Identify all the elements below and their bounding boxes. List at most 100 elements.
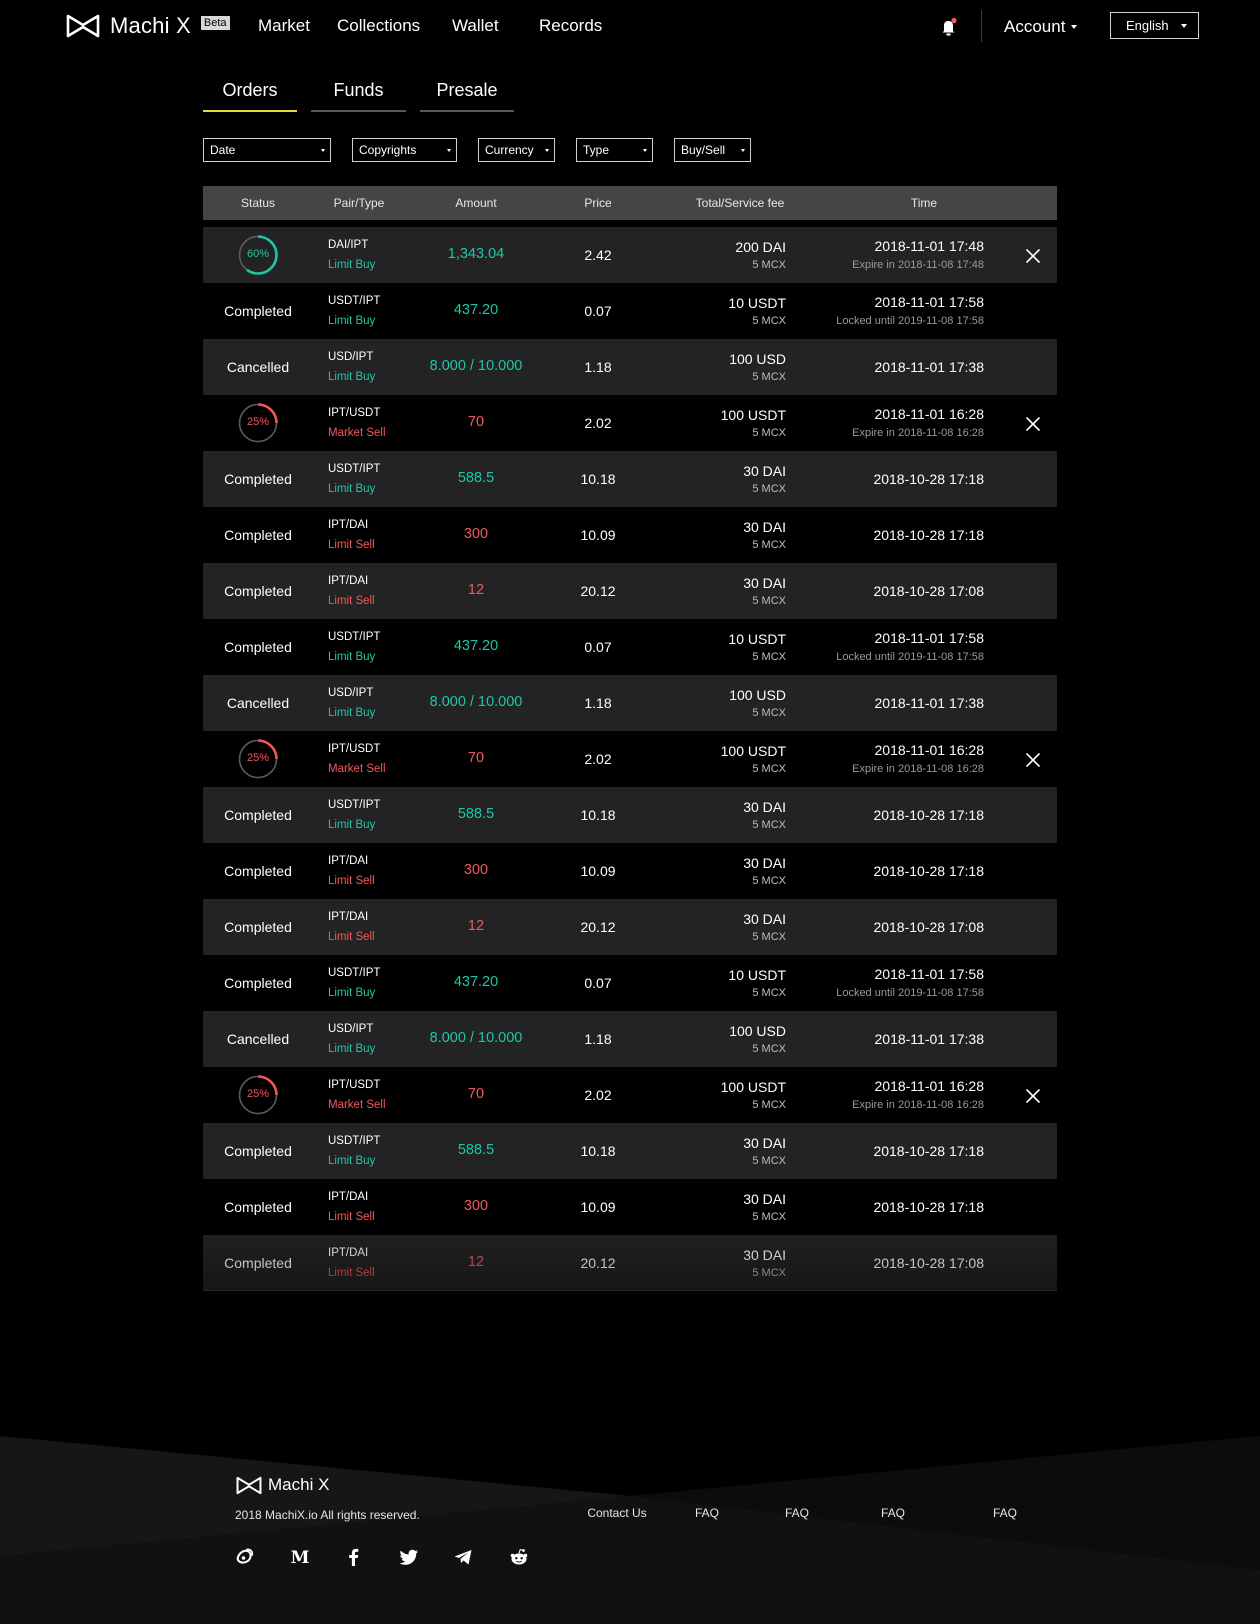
pair-label: IPT/USDT [328,407,381,419]
table-row[interactable]: Completed IPT/DAI Limit Sell 12 20.12 30 DAI 5… [203,1235,1057,1291]
table-row[interactable]: 25% IPT/USDT Market Sell 70 2.02 100 USDT 5 MC… [203,731,1057,787]
order-type: Limit Sell [328,1211,375,1223]
telegram-icon[interactable] [453,1547,473,1567]
column-pair-type[interactable]: Pair/Type [334,196,385,210]
table-row[interactable]: Cancelled USD/IPT Limit Buy 8.000 / 10.000 1… [203,339,1057,395]
order-type: Limit Sell [328,931,375,943]
table-row[interactable]: Completed USDT/IPT Limit Buy 588.5 10.18 30 D… [203,451,1057,507]
order-type: Limit Buy [328,707,376,719]
notification-bell-icon[interactable] [940,17,958,37]
tab-underline [203,110,297,112]
progress-ring: 25% [238,1075,278,1115]
amount-value: 300 [463,1198,489,1214]
order-type: Limit Buy [328,259,376,271]
footer-link-faq[interactable]: FAQ [695,1506,719,1520]
cancel-order-close-icon[interactable] [1025,416,1041,432]
cancel-order-close-icon[interactable] [1025,1088,1041,1104]
tab-funds[interactable]: Funds [311,80,406,112]
chevron-down-icon [643,149,647,152]
price-value: 2.02 [584,1087,612,1103]
table-row[interactable]: Completed USDT/IPT Limit Buy 437.20 0.07 10 U… [203,955,1057,1011]
table-row[interactable]: Completed USDT/IPT Limit Buy 437.20 0.07 10 U… [203,619,1057,675]
pair-label: IPT/DAI [328,575,369,587]
order-type: Limit Buy [328,819,376,831]
table-row[interactable]: 25% IPT/USDT Market Sell 70 2.02 100 USDT 5 MC… [203,1067,1057,1123]
order-type: Limit Buy [328,1155,376,1167]
service-fee: 5 MCX [752,875,786,887]
amount-value: 437.20 [453,974,499,990]
column-status[interactable]: Status [241,196,275,210]
medium-icon[interactable]: M [290,1547,310,1567]
order-time: 2018-11-01 17:58 [874,294,985,310]
order-time: 2018-10-28 17:08 [873,583,984,599]
pair-label: DAI/IPT [328,239,369,251]
service-fee: 5 MCX [752,819,786,831]
table-row[interactable]: Completed USDT/IPT Limit Buy 437.20 0.07 10 U… [203,283,1057,339]
amount-value: 70 [467,1086,485,1102]
language-select[interactable]: English [1110,12,1199,39]
reddit-icon[interactable] [509,1547,529,1567]
footer-link-contact[interactable]: Contact Us [587,1506,646,1520]
nav-market[interactable]: Market [258,16,310,36]
service-fee: 5 MCX [752,483,786,495]
footer-link-faq[interactable]: FAQ [785,1506,809,1520]
order-time: 2018-11-01 17:38 [874,359,985,375]
amount-value: 300 [463,526,489,542]
account-menu[interactable]: Account [1004,17,1078,37]
nav-wallet[interactable]: Wallet [452,16,499,36]
amount-value: 12 [467,1254,485,1270]
status-label: Completed [224,639,292,655]
table-row[interactable]: 60% DAI/IPT Limit Buy 1,343.04 2.42 200 DAI 5 … [203,227,1057,283]
column-total-fee[interactable]: Total/Service fee [696,196,785,210]
filter-copyrights[interactable]: Copyrights [352,138,457,162]
status-label: Completed [224,919,292,935]
filter-type[interactable]: Type [576,138,653,162]
filter-buy-sell[interactable]: Buy/Sell [674,138,751,162]
nav-collections[interactable]: Collections [337,16,420,36]
twitter-icon[interactable] [399,1547,419,1567]
price-value: 20.12 [580,1255,616,1271]
table-row[interactable]: Completed IPT/DAI Limit Sell 300 10.09 30 DAI… [203,843,1057,899]
total-value: 30 DAI [743,911,786,927]
column-price[interactable]: Price [584,196,611,210]
facebook-icon[interactable] [344,1547,364,1567]
footer-link-faq[interactable]: FAQ [881,1506,905,1520]
table-row[interactable]: Completed USDT/IPT Limit Buy 588.5 10.18 30 D… [203,787,1057,843]
table-row[interactable]: Completed USDT/IPT Limit Buy 588.5 10.18 30 D… [203,1123,1057,1179]
cancel-order-close-icon[interactable] [1025,248,1041,264]
progress-ring: 25% [238,739,278,779]
table-row[interactable]: Cancelled USD/IPT Limit Buy 8.000 / 10.000 1… [203,1011,1057,1067]
nav-records[interactable]: Records [539,16,602,36]
progress-percent: 25% [246,752,270,764]
footer-logo[interactable]: Machi X [236,1475,329,1495]
weibo-icon[interactable] [235,1547,255,1567]
footer-link-faq[interactable]: FAQ [993,1506,1017,1520]
filter-date[interactable]: Date [203,138,331,162]
table-row[interactable]: Completed IPT/DAI Limit Sell 12 20.12 30 DAI 5… [203,563,1057,619]
pair-label: IPT/DAI [328,911,369,923]
status-label: Completed [224,583,292,599]
order-time: 2018-11-01 17:38 [874,695,985,711]
table-row[interactable]: Cancelled USD/IPT Limit Buy 8.000 / 10.000 1… [203,675,1057,731]
cancel-order-close-icon[interactable] [1025,752,1041,768]
column-amount[interactable]: Amount [455,196,496,210]
brand-logo[interactable]: Machi X Beta [66,13,230,39]
filter-currency[interactable]: Currency [478,138,555,162]
total-value: 10 USDT [728,967,786,983]
progress-percent: 25% [246,1088,270,1100]
table-row[interactable]: Completed IPT/DAI Limit Sell 300 10.09 30 DAI… [203,507,1057,563]
price-value: 10.18 [580,471,616,487]
tab-orders[interactable]: Orders [203,80,297,112]
service-fee: 5 MCX [752,539,786,551]
table-row[interactable]: 25% IPT/USDT Market Sell 70 2.02 100 USDT 5 MC… [203,395,1057,451]
table-row[interactable]: Completed IPT/DAI Limit Sell 300 10.09 30 DAI… [203,1179,1057,1235]
service-fee: 5 MCX [752,763,786,775]
total-value: 100 USDT [720,407,786,423]
column-time[interactable]: Time [911,196,937,210]
tab-presale[interactable]: Presale [420,80,514,112]
filter-copyrights-label: Copyrights [359,143,417,157]
pair-label: USD/IPT [328,351,374,363]
total-value: 10 USDT [728,295,786,311]
table-row[interactable]: Completed IPT/DAI Limit Sell 12 20.12 30 DAI 5… [203,899,1057,955]
total-value: 30 DAI [743,799,786,815]
